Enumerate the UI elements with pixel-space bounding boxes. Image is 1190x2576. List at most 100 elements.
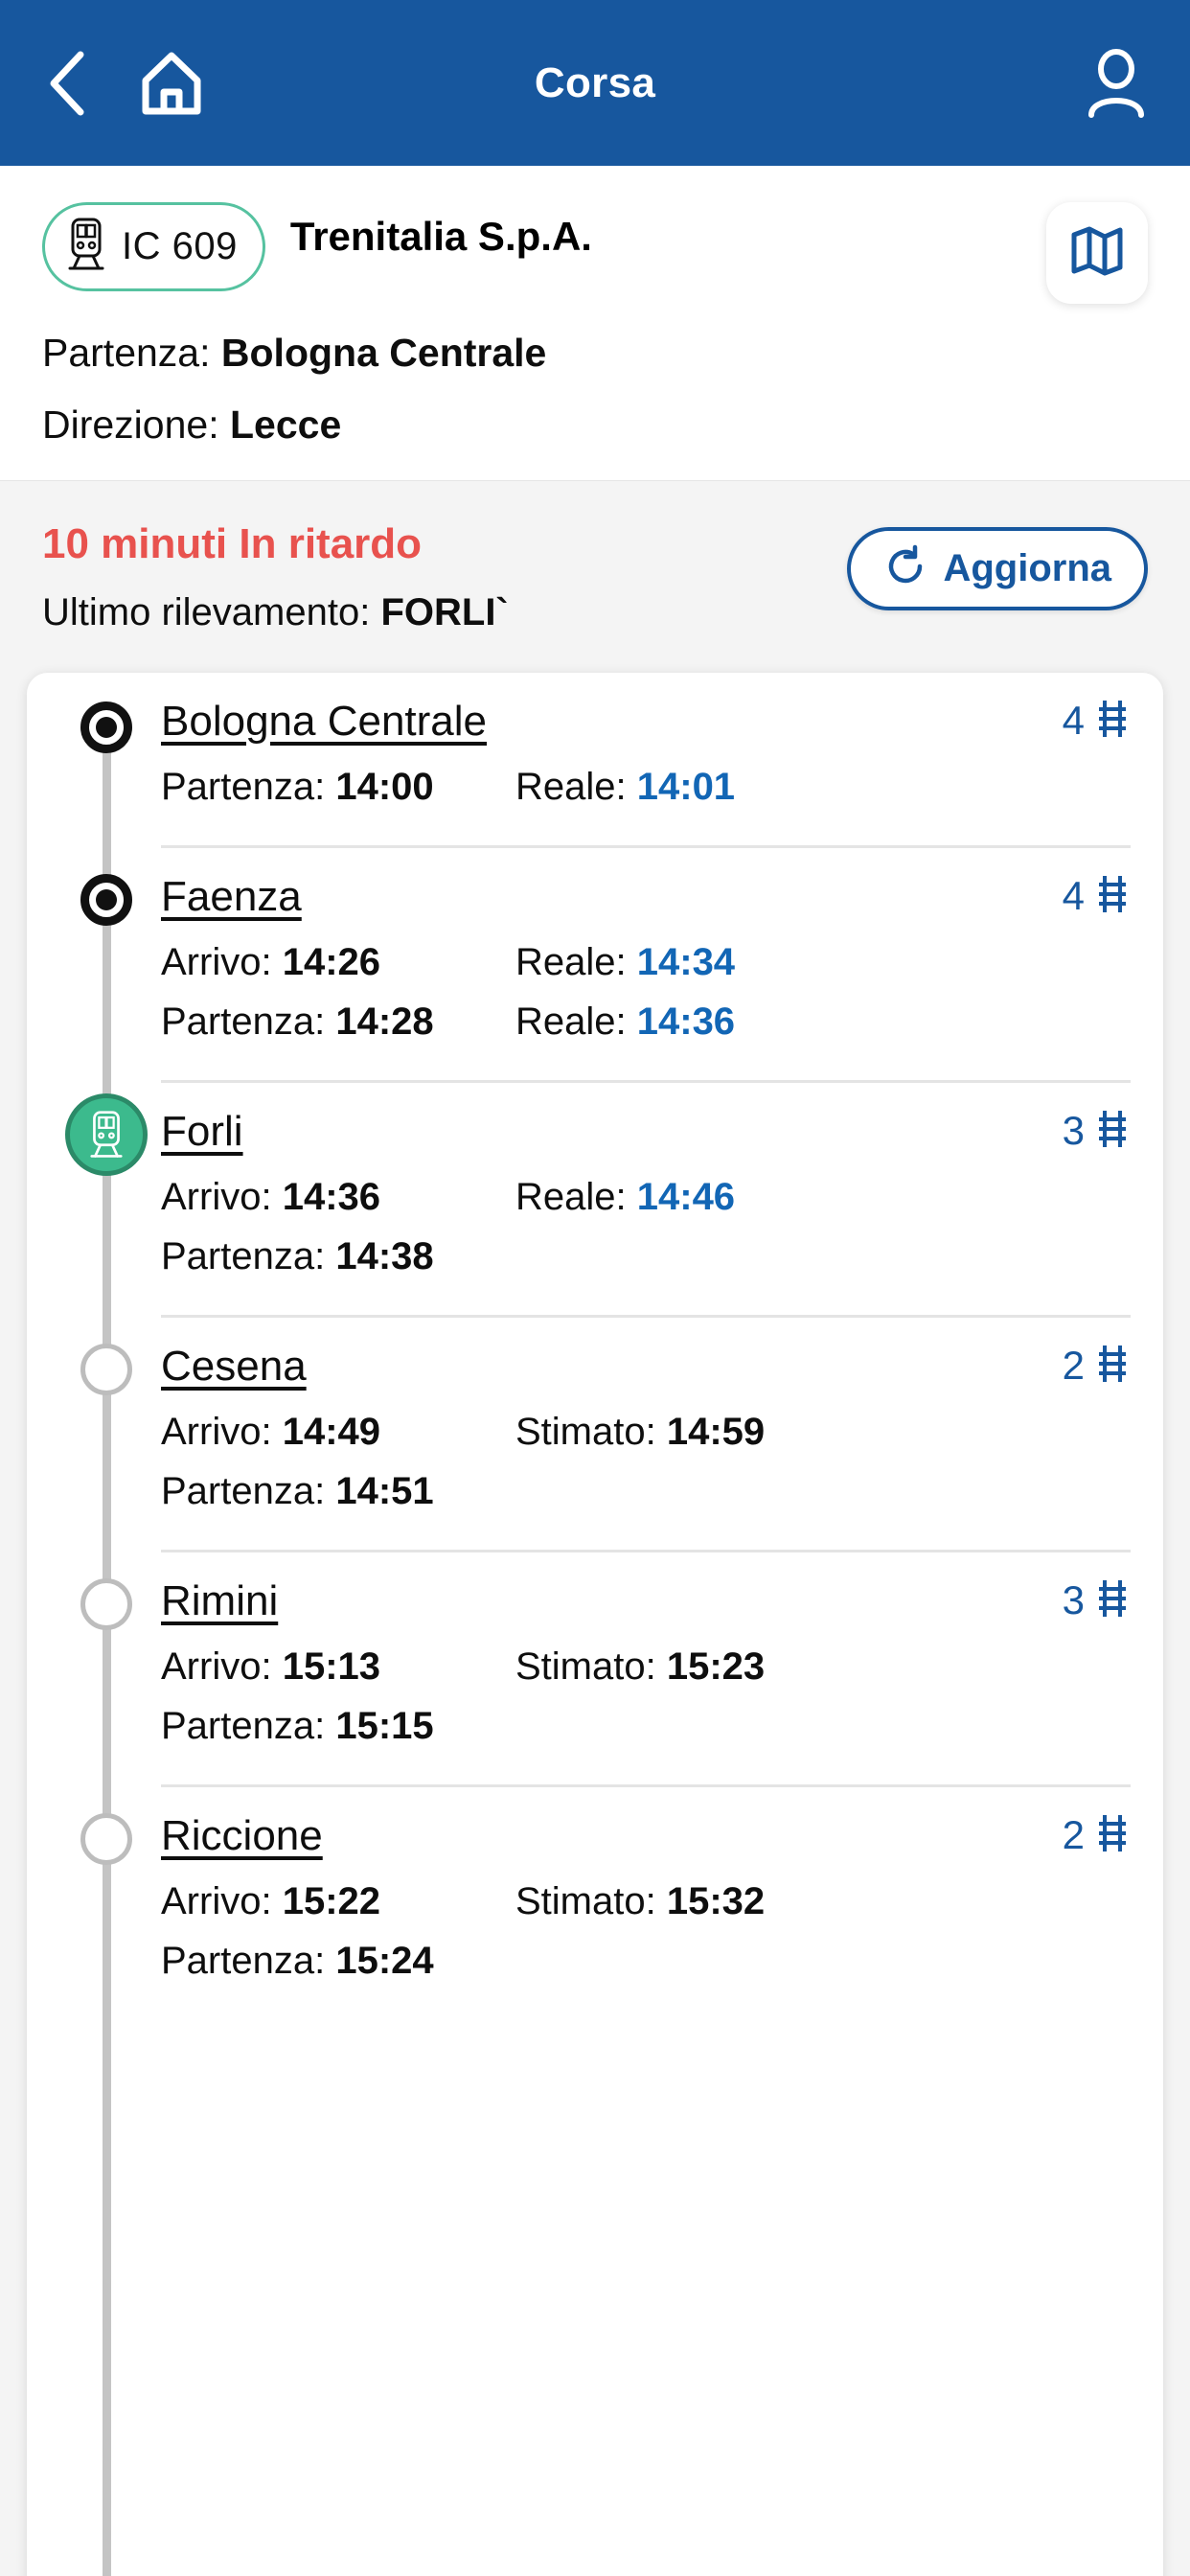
stop-item: Faenza 4 Arrivo: 14:26 Reale: 14:34 Partenza… <box>27 844 1163 1080</box>
platform-indicator: 4 <box>1063 873 1131 920</box>
departure-label: Partenza: <box>42 331 211 375</box>
departure-label: Partenza: <box>161 1469 326 1512</box>
map-button[interactable] <box>1046 202 1148 304</box>
train-number-badge[interactable]: IC 609 <box>42 202 265 291</box>
train-number-label: IC 609 <box>122 225 238 267</box>
direction-station: Lecce <box>230 402 342 447</box>
app-header: Corsa <box>0 0 1190 166</box>
platform-indicator: 4 <box>1063 698 1131 745</box>
stop-times: Arrivo: 14:26 Reale: 14:34 Partenza: 14:28… <box>161 932 1131 1051</box>
departure-line: Partenza: Bologna Centrale <box>42 331 1148 376</box>
last-detection-value: FORLI` <box>380 590 509 633</box>
departure-scheduled: Partenza: 14:51 <box>161 1461 515 1521</box>
platform-indicator: 2 <box>1063 1343 1131 1390</box>
arrival-actual: Stimato: 15:32 <box>515 1872 1131 1931</box>
departure-actual <box>515 1461 1131 1521</box>
railway-track-icon <box>1094 873 1131 920</box>
arrival-time-row: Arrivo: 14:26 Reale: 14:34 <box>161 932 1131 992</box>
refresh-label: Aggiorna <box>943 547 1111 589</box>
train-icon <box>64 217 108 277</box>
arrival-time: 14:36 <box>282 1175 381 1218</box>
stop-content: Forli 3 Arrivo: 14:36 Reale: 14:46 Partenza:… <box>161 1079 1131 1315</box>
arrival-time-row: Arrivo: 14:49 Stimato: 14:59 <box>161 1402 1131 1461</box>
departure-time-row: Partenza: 15:15 <box>161 1696 1131 1756</box>
home-icon[interactable] <box>140 50 203 117</box>
stop-content: Rimini 3 Arrivo: 15:13 Stimato: 15:23 Parten… <box>161 1549 1131 1784</box>
arrival-label: Arrivo: <box>161 940 272 983</box>
arrival-actual-time: 15:23 <box>666 1644 766 1688</box>
stop-name[interactable]: Faenza <box>161 873 302 921</box>
arrival-scheduled: Arrivo: 15:13 <box>161 1637 515 1696</box>
departure-time-row: Partenza: 14:51 <box>161 1461 1131 1521</box>
stop-name[interactable]: Cesena <box>161 1343 307 1391</box>
arrival-time-row: Arrivo: 15:13 Stimato: 15:23 <box>161 1637 1131 1696</box>
arrival-actual: Reale: 14:46 <box>515 1167 1131 1227</box>
platform-number: 3 <box>1062 1577 1085 1623</box>
platform-indicator: 3 <box>1063 1108 1131 1155</box>
stop-header: Riccione 2 <box>161 1812 1131 1860</box>
arrival-scheduled: Arrivo: 14:49 <box>161 1402 515 1461</box>
stop-times: Arrivo: 15:22 Stimato: 15:32 Partenza: 15:… <box>161 1872 1131 1990</box>
departure-actual-time: 14:01 <box>636 765 736 808</box>
direction-label: Direzione: <box>42 402 219 447</box>
railway-track-icon <box>1094 698 1131 745</box>
departure-actual: Reale: 14:01 <box>515 757 1131 816</box>
stop-item: Riccione 2 Arrivo: 15:22 Stimato: 15:32 Part… <box>27 1783 1163 2019</box>
departure-time: 14:38 <box>335 1234 434 1277</box>
platform-number: 3 <box>1062 1108 1085 1154</box>
departure-actual: Reale: 14:36 <box>515 992 1131 1051</box>
stop-marker <box>80 1343 132 1395</box>
platform-number: 2 <box>1062 1812 1085 1858</box>
back-icon[interactable] <box>42 49 96 118</box>
departure-time: 14:28 <box>335 1000 434 1043</box>
arrival-actual-time: 14:46 <box>636 1175 736 1218</box>
refresh-button[interactable]: Aggiorna <box>847 527 1148 610</box>
stops-list: Bologna Centrale 4 Partenza: 14:00 Reale: 1… <box>27 673 1163 2019</box>
arrival-time: 15:22 <box>282 1879 381 1922</box>
stop-times: Arrivo: 14:36 Reale: 14:46 Partenza: 14:38 <box>161 1167 1131 1286</box>
stop-content: Riccione 2 Arrivo: 15:22 Stimato: 15:32 Part… <box>161 1783 1131 2019</box>
train-icon <box>90 1111 123 1158</box>
stop-header: Cesena 2 <box>161 1343 1131 1391</box>
last-detection: Ultimo rilevamento: FORLI` <box>42 591 847 634</box>
stop-times: Arrivo: 15:13 Stimato: 15:23 Partenza: 15:… <box>161 1637 1131 1756</box>
arrival-time-row: Arrivo: 14:36 Reale: 14:46 <box>161 1167 1131 1227</box>
platform-number: 4 <box>1062 873 1085 919</box>
stop-name[interactable]: Forli <box>161 1108 243 1156</box>
arrival-actual: Reale: 14:34 <box>515 932 1131 992</box>
railway-track-icon <box>1094 1343 1131 1390</box>
stop-header: Forli 3 <box>161 1108 1131 1156</box>
departure-label: Partenza: <box>161 1000 326 1043</box>
status-section: 10 minuti In ritardo Ultimo rilevamento:… <box>0 481 1190 656</box>
stop-header: Rimini 3 <box>161 1577 1131 1625</box>
departure-time-row: Partenza: 14:00 Reale: 14:01 <box>161 757 1131 816</box>
arrival-time: 14:26 <box>282 940 381 983</box>
departure-actual-label: Reale: <box>515 765 627 808</box>
stop-name[interactable]: Bologna Centrale <box>161 698 487 746</box>
platform-number: 4 <box>1062 698 1085 744</box>
status-texts: 10 minuti In ritardo Ultimo rilevamento:… <box>42 519 847 634</box>
stop-name[interactable]: Riccione <box>161 1812 323 1860</box>
arrival-scheduled: Arrivo: 14:26 <box>161 932 515 992</box>
arrival-actual: Stimato: 14:59 <box>515 1402 1131 1461</box>
platform-indicator: 2 <box>1063 1812 1131 1859</box>
departure-time-row: Partenza: 15:24 <box>161 1931 1131 1990</box>
header-left-actions <box>42 49 203 118</box>
arrival-actual-label: Reale: <box>515 1175 627 1218</box>
stop-times: Partenza: 14:00 Reale: 14:01 <box>161 757 1131 816</box>
refresh-icon <box>883 544 927 593</box>
stop-header: Faenza 4 <box>161 873 1131 921</box>
departure-time: 15:15 <box>335 1704 434 1747</box>
stop-marker <box>80 1577 132 1630</box>
arrival-actual-label: Stimato: <box>515 1410 656 1453</box>
stop-marker <box>80 1812 132 1865</box>
stop-name[interactable]: Rimini <box>161 1577 278 1625</box>
railway-track-icon <box>1094 1108 1131 1155</box>
departure-actual-time: 14:36 <box>636 1000 736 1043</box>
departure-time: 15:24 <box>335 1939 434 1982</box>
arrival-label: Arrivo: <box>161 1879 272 1922</box>
account-icon[interactable] <box>1085 48 1148 119</box>
map-icon <box>1070 223 1124 284</box>
departure-scheduled: Partenza: 15:24 <box>161 1931 515 1990</box>
stop-content: Faenza 4 Arrivo: 14:26 Reale: 14:34 Partenza… <box>161 844 1131 1080</box>
